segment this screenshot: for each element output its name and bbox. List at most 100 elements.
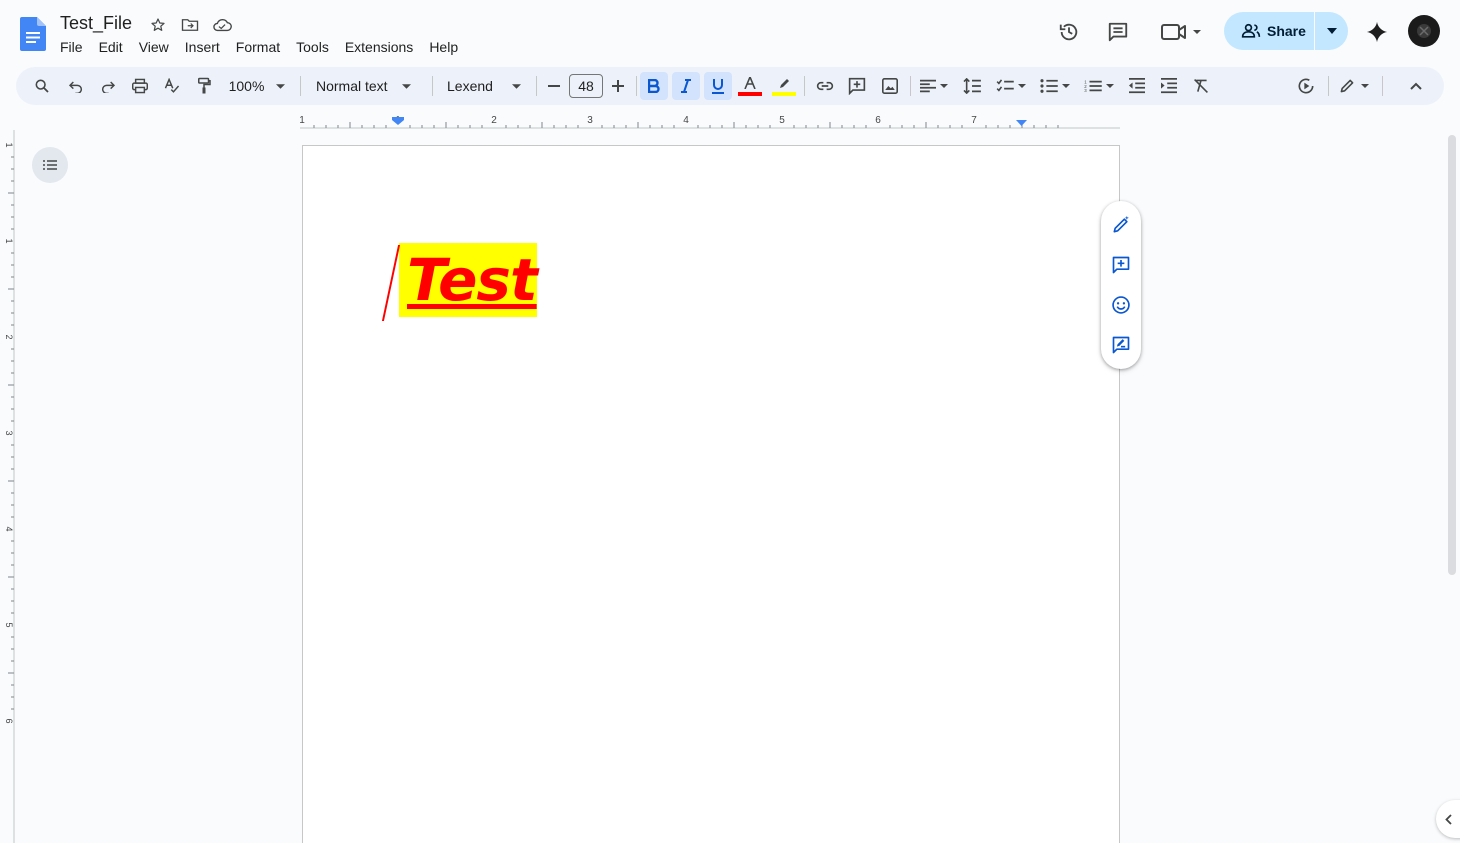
- increase-indent-icon[interactable]: [1155, 72, 1183, 100]
- underline-icon: [712, 79, 724, 94]
- checklist-icon: [996, 79, 1014, 92]
- menu-bar: File Edit View Insert Format Tools Exten…: [52, 38, 466, 56]
- share-dropdown-icon[interactable]: [1315, 12, 1348, 50]
- menu-file[interactable]: File: [52, 38, 91, 56]
- ruler-label: 2: [4, 334, 14, 339]
- ruler-label: 1: [299, 115, 305, 126]
- text-color-button[interactable]: [736, 72, 764, 100]
- undo-icon[interactable]: [62, 72, 90, 100]
- collapse-toolbar-icon[interactable]: [1402, 72, 1430, 100]
- avatar[interactable]: [1408, 15, 1440, 47]
- add-comment-toolbar-icon[interactable]: [843, 72, 871, 100]
- ruler-label: 6: [4, 718, 14, 723]
- ruler-label: 1: [4, 142, 14, 147]
- suggest-edits-icon[interactable]: [1109, 333, 1133, 357]
- ruler-label: 4: [4, 526, 14, 531]
- ruler-label: 5: [4, 622, 14, 627]
- star-icon[interactable]: [148, 15, 168, 35]
- menu-format[interactable]: Format: [228, 38, 288, 56]
- chevron-down-icon: [1361, 84, 1369, 88]
- gemini-sparkle-icon[interactable]: [1292, 72, 1320, 100]
- numbered-list-icon: 123: [1084, 79, 1102, 93]
- menu-view[interactable]: View: [131, 38, 177, 56]
- cloud-saved-icon[interactable]: [212, 15, 232, 35]
- meet-icon[interactable]: [1160, 19, 1206, 45]
- decrease-indent-icon[interactable]: [1123, 72, 1151, 100]
- numbered-list-select[interactable]: 123: [1080, 72, 1118, 100]
- add-comment-icon[interactable]: [1109, 253, 1133, 277]
- ruler-label: 1: [4, 238, 14, 243]
- clear-formatting-icon[interactable]: [1187, 72, 1215, 100]
- ruler-label: 4: [683, 115, 689, 126]
- chevron-down-icon: [1062, 84, 1070, 88]
- font-size-input[interactable]: 48: [569, 74, 603, 98]
- align-select[interactable]: [916, 72, 952, 100]
- document-outline-button[interactable]: [32, 147, 68, 183]
- underline-button[interactable]: [704, 72, 732, 100]
- version-history-icon[interactable]: [1056, 19, 1082, 45]
- ruler-label: 3: [4, 430, 14, 435]
- insert-image-icon[interactable]: [876, 72, 904, 100]
- font-value: Lexend: [447, 78, 493, 94]
- bulleted-list-select[interactable]: [1036, 72, 1074, 100]
- side-panel-toggle[interactable]: [1436, 800, 1460, 838]
- gemini-icon[interactable]: [1364, 19, 1390, 45]
- highlight-color-bar: [772, 91, 796, 96]
- ruler-label: 3: [587, 115, 593, 126]
- ruler-label: 5: [779, 115, 785, 126]
- vertical-ruler[interactable]: 1 1 2 3 4 5 6: [0, 130, 16, 843]
- chevron-down-icon: [511, 83, 521, 89]
- scrollbar-thumb[interactable]: [1448, 135, 1456, 575]
- zoom-value: 100%: [228, 78, 265, 94]
- docs-logo-icon[interactable]: [20, 17, 46, 51]
- people-icon: [1241, 23, 1261, 38]
- highlight-color-button[interactable]: [770, 72, 798, 100]
- menu-help[interactable]: Help: [421, 38, 466, 56]
- checklist-select[interactable]: [992, 72, 1030, 100]
- share-label: Share: [1267, 23, 1306, 39]
- menu-insert[interactable]: Insert: [177, 38, 228, 56]
- chevron-down-icon: [940, 84, 948, 88]
- bulleted-list-icon: [1040, 79, 1058, 93]
- bold-button[interactable]: [640, 72, 668, 100]
- line-spacing-icon[interactable]: [958, 72, 986, 100]
- increase-font-size-icon[interactable]: [607, 72, 629, 100]
- menu-tools[interactable]: Tools: [288, 38, 337, 56]
- menu-extensions[interactable]: Extensions: [337, 38, 421, 56]
- spelling-check-icon[interactable]: [158, 72, 186, 100]
- chevron-down-icon: [276, 83, 286, 89]
- document-text[interactable]: Test: [399, 243, 538, 317]
- decrease-font-size-icon[interactable]: [543, 72, 565, 100]
- print-icon[interactable]: [126, 72, 154, 100]
- paint-format-icon[interactable]: [190, 72, 218, 100]
- document-page[interactable]: Test: [302, 145, 1120, 843]
- share-button[interactable]: Share: [1224, 12, 1348, 50]
- search-menus-icon[interactable]: [28, 72, 56, 100]
- svg-text:3: 3: [1084, 88, 1087, 93]
- emoji-reaction-icon[interactable]: [1109, 293, 1133, 317]
- document-title[interactable]: Test_File: [60, 13, 132, 34]
- move-folder-icon[interactable]: [180, 15, 200, 35]
- help-me-write-icon[interactable]: [1109, 213, 1133, 237]
- redo-icon[interactable]: [94, 72, 122, 100]
- ruler-label: 2: [491, 115, 497, 126]
- chevron-down-icon: [401, 83, 411, 89]
- editing-mode-select[interactable]: [1334, 72, 1374, 100]
- insert-link-icon[interactable]: [811, 72, 839, 100]
- right-indent-marker[interactable]: [1016, 120, 1027, 126]
- horizontal-ruler[interactable]: 11234567: [0, 108, 1460, 130]
- comments-icon[interactable]: [1105, 19, 1131, 45]
- align-left-icon: [920, 79, 936, 93]
- text-cursor: [381, 245, 401, 321]
- menu-edit[interactable]: Edit: [91, 38, 131, 56]
- text-color-icon: [744, 76, 756, 89]
- outline-list-icon: [43, 160, 57, 170]
- italic-icon: [681, 79, 691, 93]
- font-select[interactable]: Lexend: [442, 72, 526, 100]
- paragraph-style-select[interactable]: Normal text: [312, 72, 420, 100]
- chevron-left-icon: [1445, 813, 1452, 825]
- italic-button[interactable]: [672, 72, 700, 100]
- left-indent-marker[interactable]: [392, 117, 404, 125]
- pencil-icon: [1340, 79, 1354, 93]
- zoom-select[interactable]: 100%: [224, 72, 290, 100]
